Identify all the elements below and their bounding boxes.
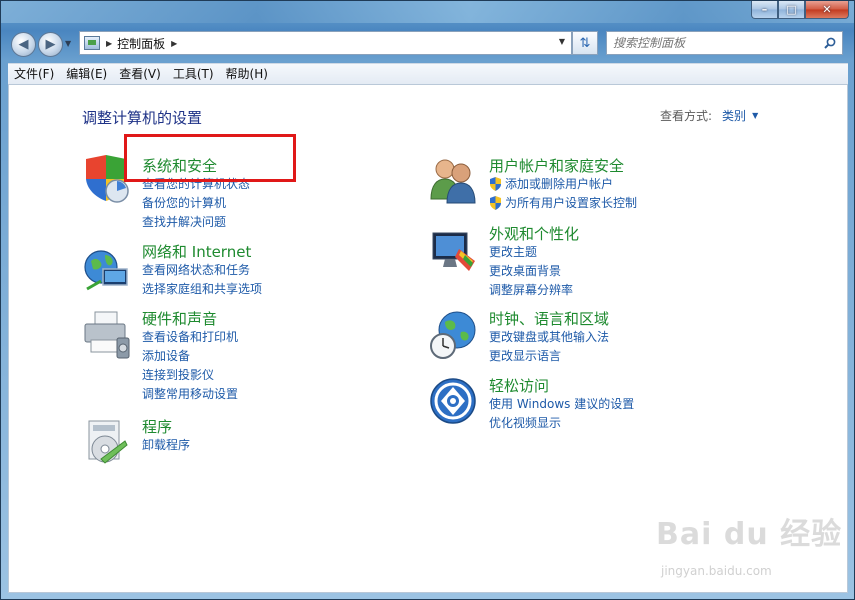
link-add-remove-users-label: 添加或删除用户帐户: [505, 177, 614, 191]
ease-of-access-icon[interactable]: [429, 377, 479, 427]
link-uninstall-program[interactable]: 卸载程序: [142, 436, 190, 455]
watermark-logo: Bai du 经验: [656, 517, 843, 552]
breadcrumb-chevron-icon[interactable]: ▶: [106, 39, 112, 48]
refresh-icon: ⇅: [579, 35, 591, 51]
link-windows-recommended-settings[interactable]: 使用 Windows 建议的设置: [489, 395, 634, 414]
printer-icon[interactable]: [81, 310, 131, 360]
network-globe-icon[interactable]: [81, 245, 131, 295]
category-ease-of-access: 轻松访问 使用 Windows 建议的设置 优化视频显示: [489, 377, 634, 433]
link-add-remove-users[interactable]: 添加或删除用户帐户: [489, 175, 637, 194]
watermark-url: jingyan.baidu.com: [661, 564, 772, 578]
view-by-control: 查看方式: 类别 ▼: [660, 107, 758, 124]
navigation-row: ◀ ▶ ▼ ▶ 控制面板 ▶ ▼ ⇅: [1, 25, 854, 61]
link-network-status[interactable]: 查看网络状态和任务: [142, 261, 262, 280]
maximize-icon: □: [786, 3, 797, 16]
link-change-theme[interactable]: 更改主题: [489, 243, 579, 262]
uac-shield-icon: [490, 196, 501, 210]
search-icon[interactable]: [824, 37, 836, 49]
link-devices-printers[interactable]: 查看设备和打印机: [142, 328, 238, 347]
category-user-accounts: 用户帐户和家庭安全 添加或删除用户帐户 为所有用户设置家长控制: [489, 157, 637, 213]
forward-arrow-icon: ▶: [45, 37, 56, 52]
category-title-user-accounts[interactable]: 用户帐户和家庭安全: [489, 157, 637, 175]
title-bar[interactable]: – □ ✕: [1, 1, 854, 23]
back-button[interactable]: ◀: [11, 32, 36, 57]
link-parental-controls-label: 为所有用户设置家长控制: [505, 196, 638, 210]
maximize-button[interactable]: □: [778, 1, 805, 19]
appearance-monitor-icon[interactable]: [429, 227, 479, 277]
menu-tools[interactable]: 工具(T): [167, 64, 220, 84]
link-mobility-settings[interactable]: 调整常用移动设置: [142, 385, 238, 404]
category-title-programs[interactable]: 程序: [142, 418, 190, 436]
view-by-dropdown-icon[interactable]: ▼: [752, 111, 758, 120]
menu-bar: 文件(F) 编辑(E) 查看(V) 工具(T) 帮助(H): [8, 63, 848, 85]
page-title: 调整计算机的设置: [82, 109, 203, 127]
category-title-network[interactable]: 网络和 Internet: [142, 243, 262, 261]
clock-globe-icon[interactable]: [429, 310, 479, 360]
link-troubleshoot[interactable]: 查找并解决问题: [142, 213, 250, 232]
annotation-highlight-box: [124, 134, 296, 182]
category-title-clock-language[interactable]: 时钟、语言和区域: [489, 310, 609, 328]
link-change-keyboard[interactable]: 更改键盘或其他输入法: [489, 328, 609, 347]
search-input[interactable]: [613, 36, 823, 50]
link-optimize-visual-display[interactable]: 优化视频显示: [489, 414, 634, 433]
breadcrumb-control-panel[interactable]: 控制面板: [117, 35, 165, 52]
link-backup-computer[interactable]: 备份您的计算机: [142, 194, 250, 213]
control-panel-icon: [84, 36, 100, 50]
menu-view[interactable]: 查看(V): [113, 64, 167, 84]
view-by-value[interactable]: 类别: [722, 107, 746, 124]
control-panel-window: – □ ✕ ◀ ▶ ▼ ▶ 控制面板 ▶ ▼ ⇅ 文件(F) 编辑(E) 查看(…: [0, 0, 855, 600]
back-arrow-icon: ◀: [18, 37, 29, 52]
category-title-ease-of-access[interactable]: 轻松访问: [489, 377, 634, 395]
address-bar[interactable]: ▶ 控制面板 ▶ ▼: [79, 31, 572, 55]
link-homegroup-sharing[interactable]: 选择家庭组和共享选项: [142, 280, 262, 299]
address-dropdown-icon[interactable]: ▼: [559, 37, 565, 46]
category-programs: 程序 卸载程序: [142, 418, 190, 455]
title-bar-background: [1, 1, 854, 23]
category-clock-language: 时钟、语言和区域 更改键盘或其他输入法 更改显示语言: [489, 310, 609, 366]
menu-help[interactable]: 帮助(H): [220, 64, 274, 84]
minimize-button[interactable]: –: [751, 1, 778, 19]
menu-edit[interactable]: 编辑(E): [60, 64, 113, 84]
link-connect-projector[interactable]: 连接到投影仪: [142, 366, 238, 385]
breadcrumb-chevron-icon[interactable]: ▶: [171, 39, 177, 48]
minimize-icon: –: [761, 3, 768, 16]
uac-shield-icon: [490, 177, 501, 191]
user-accounts-icon[interactable]: [429, 155, 479, 205]
refresh-button[interactable]: ⇅: [572, 31, 598, 55]
link-parental-controls[interactable]: 为所有用户设置家长控制: [489, 194, 637, 213]
search-box[interactable]: [606, 31, 843, 55]
close-icon: ✕: [822, 3, 832, 16]
forward-button[interactable]: ▶: [38, 32, 63, 57]
caption-buttons: – □ ✕: [751, 1, 849, 19]
view-by-label: 查看方式:: [660, 109, 713, 123]
category-title-appearance[interactable]: 外观和个性化: [489, 225, 579, 243]
link-change-background[interactable]: 更改桌面背景: [489, 262, 579, 281]
menu-file[interactable]: 文件(F): [8, 64, 60, 84]
link-add-device[interactable]: 添加设备: [142, 347, 238, 366]
link-change-display-language[interactable]: 更改显示语言: [489, 347, 609, 366]
recent-pages-dropdown[interactable]: ▼: [65, 39, 71, 48]
category-hardware-sound: 硬件和声音 查看设备和打印机 添加设备 连接到投影仪 调整常用移动设置: [142, 310, 238, 404]
programs-icon[interactable]: [81, 417, 131, 467]
category-network: 网络和 Internet 查看网络状态和任务 选择家庭组和共享选项: [142, 243, 262, 299]
category-title-hardware-sound[interactable]: 硬件和声音: [142, 310, 238, 328]
link-screen-resolution[interactable]: 调整屏幕分辨率: [489, 281, 579, 300]
close-button[interactable]: ✕: [805, 1, 849, 19]
category-appearance: 外观和个性化 更改主题 更改桌面背景 调整屏幕分辨率: [489, 225, 579, 300]
